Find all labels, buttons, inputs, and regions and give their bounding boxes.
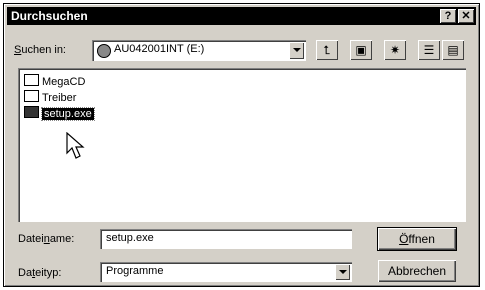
look-in-label: Suchen in:: [14, 44, 66, 56]
title-bar: Durchsuchen ? ✕: [7, 7, 476, 25]
window-title: Durchsuchen: [11, 9, 88, 23]
folder-icon: [24, 74, 39, 86]
details-view-icon: ▤: [447, 43, 459, 57]
folder-up-button[interactable]: ⮤: [316, 40, 338, 60]
list-view-icon: ☰: [423, 43, 435, 57]
list-item[interactable]: Treiber: [24, 90, 76, 104]
dropdown-arrow-icon[interactable]: [289, 42, 304, 59]
new-folder-icon: ✷: [389, 43, 401, 57]
dropdown-arrow-icon[interactable]: [335, 264, 350, 280]
filename-input[interactable]: setup.exe: [100, 229, 352, 249]
help-button[interactable]: ?: [440, 9, 456, 23]
list-view-button[interactable]: ☰: [418, 40, 440, 60]
file-icon: [24, 106, 39, 118]
list-item[interactable]: MegaCD: [24, 74, 85, 88]
filetype-label: Dateityp:: [18, 267, 62, 279]
open-button[interactable]: Öffnen: [377, 227, 457, 251]
folder-icon: [24, 90, 39, 102]
look-in-value: AU042001INT (E:): [114, 43, 205, 55]
list-item[interactable]: setup.exe: [24, 106, 95, 121]
cancel-button[interactable]: Abbrechen: [378, 260, 456, 282]
filename-label: Dateiname:: [18, 233, 75, 245]
details-view-button[interactable]: ▤: [442, 40, 464, 60]
desktop-button[interactable]: ▣: [350, 40, 372, 60]
filetype-dropdown[interactable]: Programme: [100, 262, 352, 282]
mouse-cursor-icon: [66, 132, 85, 159]
desktop-icon: ▣: [355, 43, 367, 57]
folder-up-icon: ⮤: [323, 43, 331, 57]
drive-icon: [97, 44, 111, 58]
close-button[interactable]: ✕: [458, 9, 474, 23]
file-list[interactable]: MegaCD Treiber setup.exe: [18, 68, 466, 222]
look-in-dropdown[interactable]: AU042001INT (E:): [92, 40, 306, 61]
new-folder-button[interactable]: ✷: [384, 40, 406, 60]
dialog-window: Durchsuchen ? ✕ Suchen in: AU042001INT (…: [3, 3, 480, 287]
